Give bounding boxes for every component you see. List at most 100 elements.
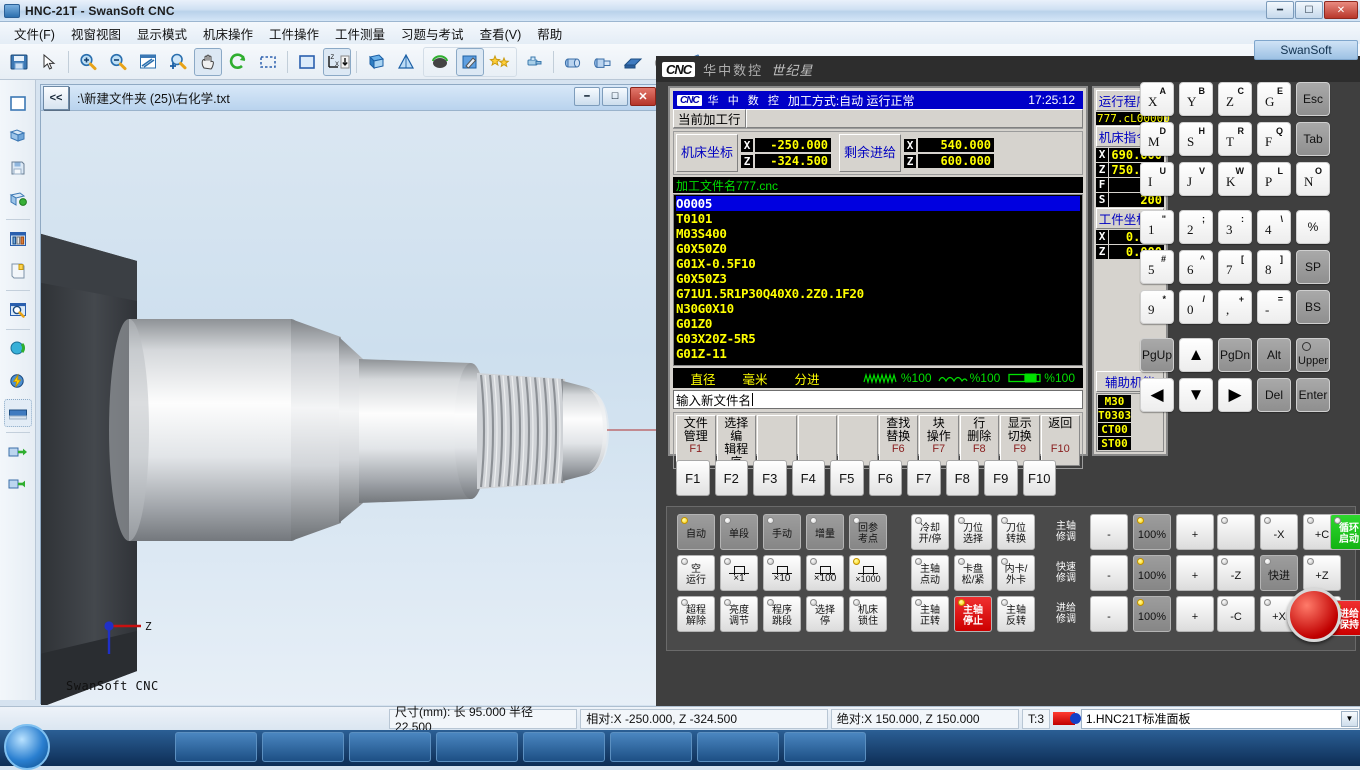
key-k[interactable]: KW [1218, 162, 1252, 196]
dry-run-button[interactable]: 空运行 [677, 555, 715, 591]
softkey-empty-3[interactable] [757, 415, 797, 466]
key-g[interactable]: GE [1257, 82, 1291, 116]
menu-item-view-window[interactable]: 视窗视图 [63, 21, 129, 46]
spindle-jog-button[interactable]: 主轴 点动 [911, 555, 949, 591]
taskbar-item-1[interactable] [175, 732, 257, 762]
key-0[interactable]: 0/ [1179, 290, 1213, 324]
mode-increment-button[interactable]: 增量 [806, 514, 844, 550]
key-2[interactable]: 2; [1179, 210, 1213, 244]
jog-plus-z-button[interactable]: +Z [1303, 555, 1341, 591]
key-del[interactable]: Del [1257, 378, 1291, 412]
panel-select-dropdown[interactable]: 1.HNC21T标准面板 ▼ [1080, 708, 1360, 729]
gcode-line[interactable]: G01Z-11 [676, 346, 1080, 361]
start-button[interactable] [4, 724, 50, 770]
taskbar-item-3[interactable] [349, 732, 431, 762]
view-minimize-button[interactable]: ━ [574, 87, 600, 106]
block-skip-button[interactable]: 程序 跳段 [763, 596, 801, 632]
collapse-button[interactable]: << [43, 85, 69, 110]
fit-view-icon[interactable] [293, 48, 321, 76]
key-8[interactable]: 8] [1257, 250, 1291, 284]
menu-item-exercises[interactable]: 习题与考试 [393, 21, 472, 46]
key-3[interactable]: 3: [1218, 210, 1252, 244]
fkey-button-f9[interactable]: F9 [984, 460, 1018, 496]
fkey-button-f4[interactable]: F4 [791, 460, 825, 496]
maximize-button[interactable]: ☐ [1295, 1, 1323, 19]
key-i[interactable]: IU [1140, 162, 1174, 196]
softkey-block-operation[interactable]: 块 操作 F7 [919, 415, 959, 466]
optional-stop-button[interactable]: 选择停 [806, 596, 844, 632]
menu-item-machine-operation[interactable]: 机床操作 [195, 21, 261, 46]
save-as-icon[interactable] [4, 186, 32, 214]
rapid-override-minus-button[interactable]: - [1090, 555, 1128, 591]
taskbar-item-7[interactable] [697, 732, 779, 762]
key-4[interactable]: 4 \ [1257, 210, 1291, 244]
fkey-button-f8[interactable]: F8 [945, 460, 979, 496]
pointer-icon[interactable] [35, 48, 63, 76]
taskbar-item-8[interactable] [784, 732, 866, 762]
gcode-line[interactable]: T0101 [676, 211, 1080, 226]
jog-minus-z-button[interactable]: -Z [1217, 555, 1255, 591]
softkey-empty-4[interactable] [797, 415, 837, 466]
fkey-button-f2[interactable]: F2 [714, 460, 748, 496]
part2-icon[interactable] [589, 48, 617, 76]
open-icon[interactable] [4, 122, 32, 150]
view-close-button[interactable]: ✕ [630, 87, 656, 106]
key-7[interactable]: 7[ [1218, 250, 1252, 284]
key-5[interactable]: 5 # [1140, 250, 1174, 284]
key-p[interactable]: PL [1257, 162, 1291, 196]
menu-item-workpiece-operation[interactable]: 工件操作 [261, 21, 327, 46]
taskbar-item-6[interactable] [610, 732, 692, 762]
export-icon[interactable] [4, 470, 32, 498]
gcode-line[interactable]: G0X50Z0 [676, 241, 1080, 256]
view-maximize-button[interactable]: ☐ [602, 87, 628, 106]
jog-minus-c-button[interactable]: -C [1217, 596, 1255, 632]
key-f[interactable]: FQ [1257, 122, 1291, 156]
zoom-window-icon[interactable] [134, 48, 162, 76]
key-arrow-left[interactable]: ◀ [1140, 378, 1174, 412]
swansoft-taskbar-button[interactable]: SwanSoft [1254, 40, 1358, 60]
key-n[interactable]: NO [1296, 162, 1330, 196]
key-esc[interactable]: Esc [1296, 82, 1330, 116]
tooling-icon[interactable] [4, 225, 32, 253]
close-button[interactable]: ✕ [1324, 1, 1358, 19]
spindle-override-value[interactable]: 100% [1133, 514, 1171, 550]
key-z[interactable]: ZC [1218, 82, 1252, 116]
gcode-line[interactable]: G0X50Z3 [676, 271, 1080, 286]
tool-position-select-button[interactable]: 刀位 选择 [954, 514, 992, 550]
softkey-return[interactable]: 返回 F10 [1040, 415, 1080, 466]
key-x[interactable]: XA [1140, 82, 1174, 116]
step-x1-button[interactable]: ×1 [720, 555, 758, 591]
gcode-line[interactable]: O0005 [676, 196, 1080, 211]
gcode-line[interactable]: G03X20Z-5R5 [676, 331, 1080, 346]
key-arrow-right[interactable]: ▶ [1218, 378, 1252, 412]
softkey-display-switch[interactable]: 显示 切换 F9 [1000, 415, 1040, 466]
rapid-override-plus-button[interactable]: + [1176, 555, 1214, 591]
spindle-forward-button[interactable]: 主轴 正转 [911, 596, 949, 632]
zoom-out-icon[interactable] [104, 48, 132, 76]
taskbar-item-2[interactable] [262, 732, 344, 762]
fkey-button-f7[interactable]: F7 [907, 460, 941, 496]
spindle-reverse-button[interactable]: 主轴 反转 [997, 596, 1035, 632]
key-j[interactable]: JV [1179, 162, 1213, 196]
filename-input[interactable]: 输入新文件名 [673, 390, 1083, 409]
select-region-icon[interactable] [254, 48, 282, 76]
feed-override-value[interactable]: 100% [1133, 596, 1171, 632]
part3-icon[interactable] [619, 48, 647, 76]
key-enter[interactable]: Enter [1296, 378, 1330, 412]
softkey-find-replace[interactable]: 查找 替换 F6 [878, 415, 918, 466]
step-x1000-button[interactable]: ×1000 [849, 555, 887, 591]
mode-manual-button[interactable]: 手动 [763, 514, 801, 550]
key-space[interactable]: SP [1296, 250, 1330, 284]
notes-icon[interactable] [4, 257, 32, 285]
fkey-button-f10[interactable]: F10 [1022, 460, 1056, 496]
jog-minus-x-button[interactable]: -X [1260, 514, 1298, 550]
fkey-button-f6[interactable]: F6 [868, 460, 902, 496]
key-y[interactable]: YB [1179, 82, 1213, 116]
edit-part-icon[interactable] [456, 47, 484, 76]
3d-canvas[interactable]: Z SwanSoft CNC [41, 111, 659, 705]
rapid-traverse-button[interactable]: 快进 [1260, 555, 1298, 591]
feed-override-plus-button[interactable]: + [1176, 596, 1214, 632]
gcode-line[interactable]: G01X-0.5F10 [676, 256, 1080, 271]
key-pgdn[interactable]: PgDn [1218, 338, 1252, 372]
globe-icon[interactable] [4, 335, 32, 363]
